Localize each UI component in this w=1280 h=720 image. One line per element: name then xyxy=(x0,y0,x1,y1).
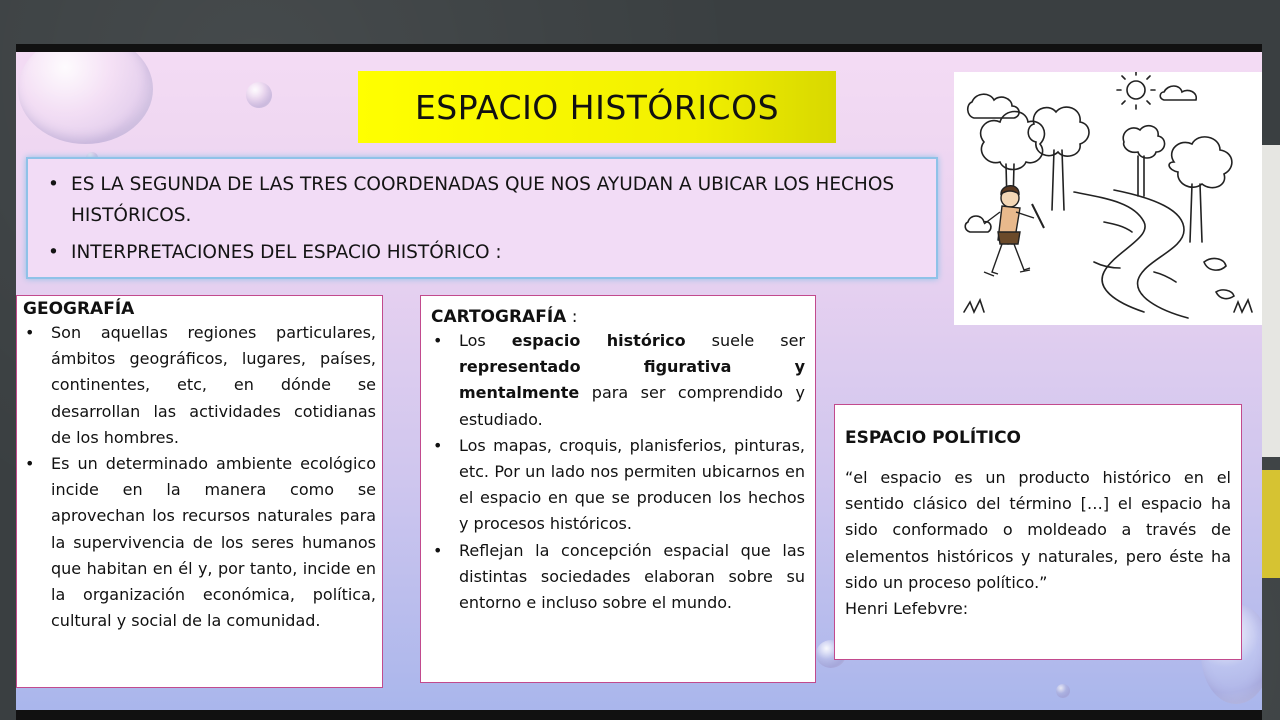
cartografia-heading: CARTOGRAFÍA : xyxy=(431,306,805,328)
bubble-decoration xyxy=(1056,684,1070,698)
side-accent-yellow xyxy=(1262,470,1280,578)
bubble-decoration xyxy=(18,44,153,144)
caveman-landscape-drawing xyxy=(954,70,1262,325)
side-accent-gray xyxy=(1262,145,1280,457)
intro-box: • ES LA SEGUNDA DE LAS TRES COORDENADAS Q… xyxy=(26,157,938,279)
slide: ESPACIO HISTÓRICOS • ES LA SEGUNDA DE LAS… xyxy=(16,44,1262,712)
bullet-icon: • xyxy=(25,323,35,342)
bold-segment: espacio histórico xyxy=(511,331,686,350)
list-item-text: Son aquellas regiones particulares, ámbi… xyxy=(51,323,376,447)
politico-quote: “el espacio es un producto histórico en … xyxy=(845,468,1231,592)
intro-item: • INTERPRETACIONES DEL ESPACIO HISTÓRICO … xyxy=(46,237,918,268)
intro-text: ES LA SEGUNDA DE LAS TRES COORDENADAS QU… xyxy=(71,174,895,226)
text-segment: suele ser xyxy=(685,331,805,350)
bullet-icon: • xyxy=(433,435,443,455)
espacio-politico-panel: ESPACIO POLÍTICO “el espacio es un produ… xyxy=(834,404,1242,660)
list-item: • Son aquellas regiones particulares, ámb… xyxy=(23,320,376,451)
bullet-icon: • xyxy=(433,540,443,560)
landscape-illustration-icon xyxy=(963,70,1253,319)
slide-top-border xyxy=(16,44,1262,52)
bullet-icon: • xyxy=(25,454,35,474)
list-item: • Los espacio histórico suele ser represe… xyxy=(431,328,805,433)
list-item-text: Reflejan la concepción espacial que las … xyxy=(459,540,805,613)
politico-heading: ESPACIO POLÍTICO xyxy=(845,428,1022,448)
intro-item: • ES LA SEGUNDA DE LAS TRES COORDENADAS Q… xyxy=(46,169,918,231)
cartografia-heading-text: CARTOGRAFÍA xyxy=(431,307,567,327)
geografia-list: • Son aquellas regiones particulares, ámb… xyxy=(23,320,376,634)
list-item-text: Los mapas, croquis, planisferios, pintur… xyxy=(459,435,805,534)
bubble-decoration xyxy=(246,82,272,108)
cartografia-list: • Los espacio histórico suele ser represe… xyxy=(431,328,805,616)
bullet-icon: • xyxy=(433,331,443,350)
cartografia-panel: CARTOGRAFÍA : • Los espacio histórico sue… xyxy=(420,295,816,683)
list-item: • Es un determinado ambiente ecológico in… xyxy=(23,451,376,634)
bullet-icon: • xyxy=(48,174,59,195)
intro-text: INTERPRETACIONES DEL ESPACIO HISTÓRICO : xyxy=(71,242,502,263)
title-banner: ESPACIO HISTÓRICOS xyxy=(358,71,836,143)
page-title: ESPACIO HISTÓRICOS xyxy=(414,87,780,127)
geografia-heading: GEOGRAFÍA xyxy=(23,299,135,319)
list-item: • Los mapas, croquis, planisferios, pintu… xyxy=(431,433,805,538)
intro-list: • ES LA SEGUNDA DE LAS TRES COORDENADAS Q… xyxy=(28,159,936,268)
list-item: • Reflejan la concepción espacial que las… xyxy=(431,538,805,617)
text-segment: Los xyxy=(459,331,512,350)
list-item-text: Es un determinado ambiente ecológico inc… xyxy=(51,454,376,631)
slide-bottom-border xyxy=(16,710,1262,720)
politico-author: Henri Lefebvre: xyxy=(845,599,969,619)
bullet-icon: • xyxy=(48,242,59,263)
cartografia-heading-suffix: : xyxy=(566,307,578,327)
geografia-panel: GEOGRAFÍA • Son aquellas regiones particu… xyxy=(16,295,383,688)
